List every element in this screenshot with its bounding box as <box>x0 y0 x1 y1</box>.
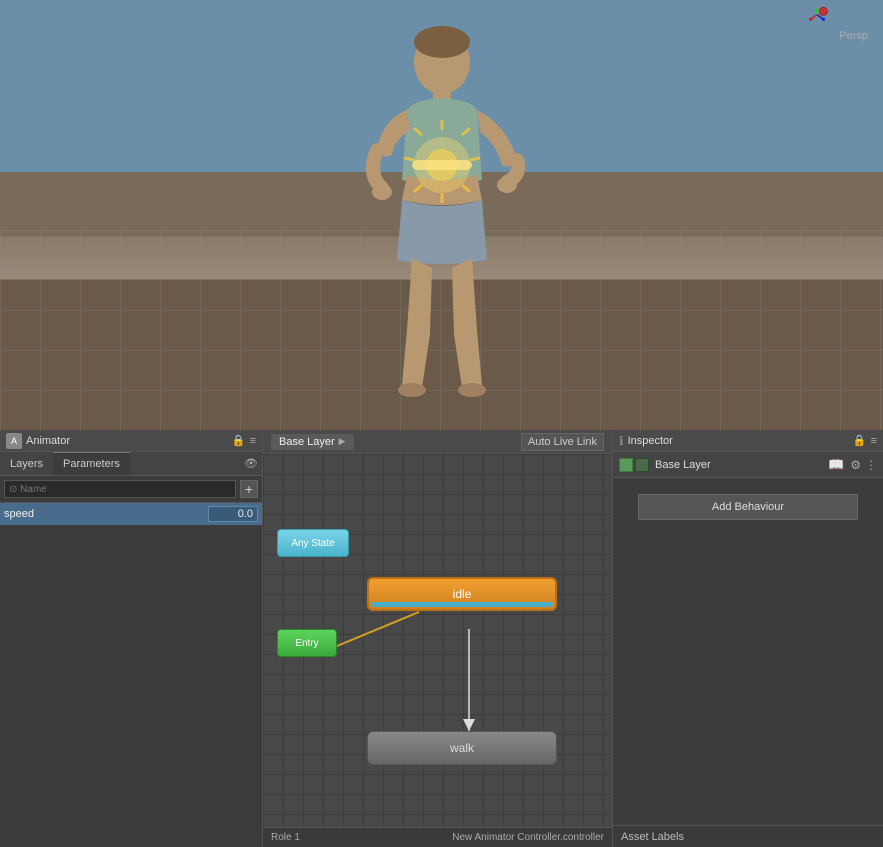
asset-labels-text: Asset Labels <box>621 831 684 843</box>
animator-header: A Animator 🔒 ≡ <box>0 430 262 452</box>
node-any-state[interactable]: Any State <box>277 529 349 557</box>
tab-layers[interactable]: Layers <box>0 452 53 475</box>
animator-lock-icon[interactable]: 🔒 <box>232 434 246 447</box>
animator-title: Animator <box>26 435 70 447</box>
search-input[interactable] <box>4 480 236 498</box>
inspector-menu-icon[interactable]: ≡ <box>871 435 877 447</box>
inspector-header-icons: 🔒 ≡ <box>853 434 877 447</box>
animator-menu-icon[interactable]: ≡ <box>250 435 256 447</box>
more-settings-icon[interactable]: ⋮ <box>865 458 877 472</box>
inspector-lock-icon[interactable]: 🔒 <box>853 434 867 447</box>
tab-parameters[interactable]: Parameters <box>53 452 130 475</box>
character-svg <box>342 20 542 410</box>
entry-label: Entry <box>295 638 318 649</box>
footer-role: Role 1 <box>271 832 300 843</box>
settings-icon[interactable]: ⚙ <box>850 458 861 472</box>
inspector-title: Inspector <box>628 435 673 447</box>
idle-label: idle <box>453 587 472 601</box>
node-entry[interactable]: Entry <box>277 629 337 657</box>
node-graph-header: Base Layer ▶ Auto Live Link <box>263 430 612 454</box>
inspector-layer-name: Base Layer <box>655 459 822 471</box>
params-search-row: + <box>0 476 262 503</box>
base-layer-tab[interactable]: Base Layer ▶ <box>271 434 354 450</box>
eye-icon[interactable]: 👁 <box>244 457 258 470</box>
walk-label: walk <box>450 741 474 755</box>
layer-green-square <box>619 458 633 472</box>
inspector-layer-icons <box>619 458 649 472</box>
animator-icon: A <box>6 433 22 449</box>
inspector-sub-header: Base Layer 📖 ⚙ ⋮ <box>613 452 883 478</box>
auto-live-link-button[interactable]: Auto Live Link <box>521 433 604 451</box>
book-icon[interactable]: 📖 <box>828 457 844 473</box>
add-param-button[interactable]: + <box>240 480 258 498</box>
inspector-panel: ℹ Inspector 🔒 ≡ Base Layer 📖 ⚙ ⋮ Add Beh… <box>613 430 883 847</box>
speed-label: speed <box>4 508 208 520</box>
node-walk[interactable]: walk <box>367 731 557 765</box>
inspector-header: ℹ Inspector 🔒 ≡ <box>613 430 883 452</box>
footer-controller: New Animator Controller.controller <box>452 832 604 843</box>
layer-dark-square <box>635 458 649 472</box>
animator-panel: A Animator 🔒 ≡ Layers Parameters 👁 + spe… <box>0 430 263 847</box>
base-layer-arrow: ▶ <box>339 436 346 447</box>
add-behaviour-button[interactable]: Add Behaviour <box>638 494 858 520</box>
gizmo[interactable] <box>793 5 833 35</box>
asset-labels-bar: Asset Labels <box>613 825 883 847</box>
gizmo-icon <box>793 3 833 38</box>
any-state-label: Any State <box>291 538 334 549</box>
node-idle[interactable]: idle <box>367 577 557 611</box>
inspector-info-icon: ℹ <box>619 434 624 448</box>
node-canvas[interactable]: Any State Entry idle walk <box>263 454 612 827</box>
base-layer-label: Base Layer <box>279 436 335 448</box>
speed-value-input[interactable] <box>208 506 258 522</box>
speed-param-row: speed <box>0 503 262 525</box>
viewport: Persp <box>0 0 883 430</box>
animator-tabs: Layers Parameters 👁 <box>0 452 262 476</box>
node-footer: Role 1 New Animator Controller.controlle… <box>263 827 612 847</box>
persp-label: Persp <box>839 30 868 42</box>
node-graph-panel: Base Layer ▶ Auto Live Link Any State En <box>263 430 613 847</box>
bottom-panels: A Animator 🔒 ≡ Layers Parameters 👁 + spe… <box>0 430 883 847</box>
inspector-settings-icons: ⚙ ⋮ <box>850 458 877 472</box>
idle-progress-bar <box>371 602 553 607</box>
character-figure <box>342 20 542 410</box>
